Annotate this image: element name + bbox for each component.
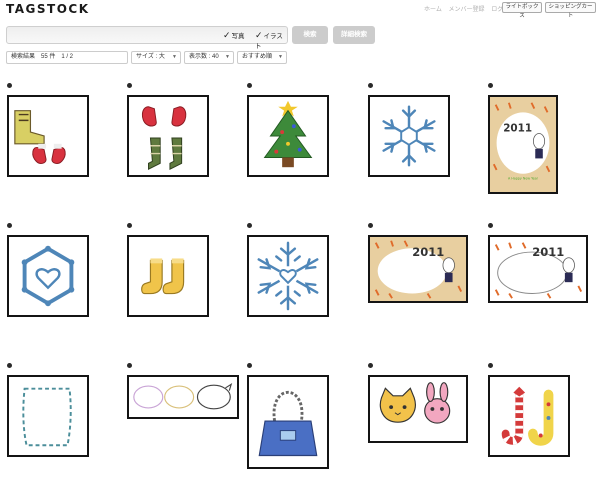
select-marker-5[interactable] — [488, 83, 493, 88]
thumbnail-2[interactable] — [127, 95, 209, 177]
thumbnail-11[interactable] — [7, 375, 89, 457]
select-marker-14[interactable] — [368, 363, 373, 368]
select-marker-1[interactable] — [7, 83, 12, 88]
select-marker-8[interactable] — [247, 223, 252, 228]
snowflake-icon — [382, 105, 436, 167]
per-page-select[interactable]: 表示数 : 40 ▼ — [184, 51, 234, 64]
nav-home-link[interactable]: ホーム — [424, 7, 442, 13]
select-marker-15[interactable] — [488, 363, 493, 368]
select-marker-10[interactable] — [488, 223, 493, 228]
year-text: 2011 — [503, 122, 532, 134]
select-marker-13[interactable] — [247, 363, 252, 368]
christmas-tree-icon — [263, 100, 313, 168]
boot-mittens-icon — [14, 110, 66, 164]
select-marker-6[interactable] — [7, 223, 12, 228]
cat-rabbit-icon — [379, 382, 451, 424]
speech-bubbles-icon — [133, 382, 233, 410]
thumbnail-6[interactable] — [7, 235, 89, 317]
illust-checkbox[interactable]: ✓イラスト — [255, 30, 287, 52]
snowflake-heart-icon — [257, 241, 319, 311]
checkmark-icon: ✓ — [223, 30, 231, 40]
search-button[interactable]: 検索 — [292, 26, 328, 44]
select-marker-2[interactable] — [127, 83, 132, 88]
chevron-down-icon: ▼ — [172, 54, 177, 60]
lightbox-button[interactable]: ライトボックス — [502, 2, 542, 19]
nav-register-link[interactable]: メンバー登録 — [449, 7, 485, 13]
select-marker-11[interactable] — [7, 363, 12, 368]
mittens-legwarmers-icon — [141, 106, 187, 170]
candy-letters-icon — [501, 386, 554, 446]
chevron-down-icon: ▼ — [225, 54, 230, 60]
select-marker-9[interactable] — [368, 223, 373, 228]
select-marker-7[interactable] — [127, 223, 132, 228]
new-year-frame-icon: 2011 — [370, 237, 466, 301]
advanced-search-button[interactable]: 詳細検索 — [333, 26, 375, 44]
shopping-cart-button[interactable]: ショッピングカート — [545, 2, 596, 19]
thumbnail-12[interactable] — [127, 375, 239, 419]
new-year-frame-icon: 2011 — [490, 237, 586, 301]
new-year-card-icon: 2011 A Happy New Year — [490, 97, 556, 192]
checkmark-icon: ✓ — [255, 30, 263, 40]
thumbnail-9[interactable]: 2011 — [368, 235, 468, 303]
thumbnail-1[interactable] — [7, 95, 89, 177]
search-input[interactable] — [9, 28, 219, 42]
sort-select[interactable]: おすすめ順 ▼ — [237, 51, 287, 64]
size-select[interactable]: サイズ : 大 ▼ — [131, 51, 181, 64]
select-marker-12[interactable] — [127, 363, 132, 368]
thumbnail-14[interactable] — [368, 375, 468, 443]
thumbnail-13[interactable] — [247, 375, 329, 469]
hexagon-heart-icon — [21, 245, 75, 307]
photo-checkbox-label: 写真 — [231, 33, 245, 40]
results-count: 検索結果 55 件 1 / 2 — [6, 51, 128, 64]
year-text: 2011 — [532, 245, 564, 259]
card-caption: A Happy New Year — [508, 176, 539, 180]
photo-checkbox[interactable]: ✓写真 — [223, 30, 245, 42]
chevron-down-icon: ▼ — [278, 54, 283, 60]
boots-icon — [141, 258, 185, 295]
select-marker-4[interactable] — [368, 83, 373, 88]
select-marker-3[interactable] — [247, 83, 252, 88]
per-page-select-label: 表示数 : 40 — [189, 54, 219, 60]
thumbnail-3[interactable] — [247, 95, 329, 177]
dashed-frame-icon — [22, 387, 72, 447]
thumbnail-15[interactable] — [488, 375, 570, 457]
thumbnail-7[interactable] — [127, 235, 209, 317]
handbag-icon — [258, 391, 318, 457]
thumbnail-4[interactable] — [368, 95, 450, 177]
thumbnail-5[interactable]: 2011 A Happy New Year — [488, 95, 558, 194]
thumbnail-8[interactable] — [247, 235, 329, 317]
size-select-label: サイズ : 大 — [136, 54, 165, 60]
sort-select-label: おすすめ順 — [242, 54, 273, 60]
year-text: 2011 — [412, 245, 444, 259]
thumbnail-10[interactable]: 2011 — [488, 235, 588, 303]
search-bar: ✓写真 ✓イラスト — [6, 26, 288, 50]
site-logo[interactable]: TAGSTOCK — [6, 2, 90, 16]
